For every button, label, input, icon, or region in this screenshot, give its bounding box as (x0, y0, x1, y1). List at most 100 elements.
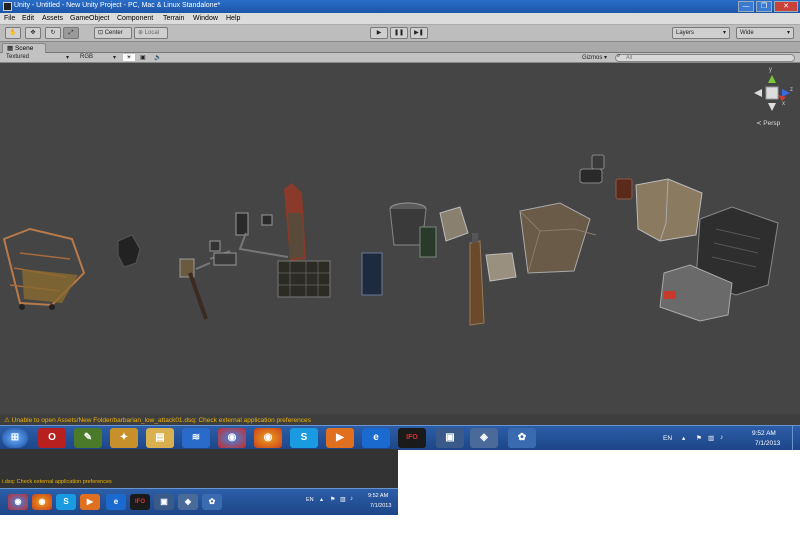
menu-window[interactable]: Window (193, 15, 218, 22)
network-icon[interactable]: ▥ (708, 434, 714, 442)
window-app-icon[interactable]: ▣ (436, 428, 464, 448)
step-button[interactable]: ▶❚ (410, 27, 428, 39)
ifo-app-icon[interactable]: IFO (130, 494, 150, 510)
blue-box-object[interactable] (361, 252, 383, 296)
orientation-gizmo[interactable]: y z x (752, 67, 796, 115)
nested-language-indicator[interactable]: EN (306, 497, 314, 503)
nested-clock-time[interactable]: 9:52 AM (368, 493, 388, 499)
game-icon[interactable]: ✦ (110, 428, 138, 448)
large-crate-object[interactable] (635, 178, 703, 242)
network-icon[interactable]: ▥ (340, 496, 346, 503)
scene-search-input[interactable]: All (615, 54, 795, 62)
pivot-center-label: Center (104, 30, 123, 36)
unity-taskbar-icon[interactable]: ◈ (470, 428, 498, 448)
console-message: ⚠ Unable to open Assets/New Folder/barba… (4, 416, 311, 424)
unity-taskbar-icon[interactable]: ◈ (178, 494, 198, 510)
firefox-icon[interactable]: ◉ (32, 494, 52, 510)
skype-icon[interactable]: S (290, 428, 318, 448)
barrel-object[interactable] (579, 154, 633, 200)
flag-icon[interactable]: ⚑ (696, 434, 702, 442)
machine-object[interactable] (179, 212, 289, 320)
cart-object[interactable] (2, 227, 86, 310)
clock-time[interactable]: 9:52 AM (752, 430, 776, 437)
close-button[interactable]: ✕ (774, 1, 798, 12)
audio-toggle-icon[interactable]: 🔈 (154, 54, 161, 61)
trash-can-object[interactable] (419, 226, 437, 258)
menu-edit[interactable]: Edit (22, 15, 34, 22)
skype-label: S (63, 497, 69, 506)
console-message-text: Unable to open Assets/New Folder/barbari… (11, 417, 311, 424)
ifo-app-icon[interactable]: IFO (398, 428, 426, 448)
file-explorer-icon[interactable]: ▤ (146, 428, 174, 448)
menu-file[interactable]: File (4, 15, 15, 22)
image-toggle-icon[interactable]: ▣ (140, 54, 146, 61)
color-mode-dropdown[interactable]: RGB (80, 54, 93, 60)
wifi-app-icon[interactable]: ≋ (182, 428, 210, 448)
skype-icon[interactable]: S (56, 494, 76, 510)
nested-console-message: i.dsq: Check external application prefer… (2, 479, 112, 485)
maximize-button[interactable]: ❐ (756, 1, 772, 12)
metal-box-object[interactable] (439, 206, 469, 242)
scene-control-bar: Textured ▾ RGB ▾ ☀ ▣ 🔈 Gizmos ▾ All ⌕ (0, 53, 800, 63)
media-player-icon[interactable]: ▶ (326, 428, 354, 448)
gizmos-label: Gizmos (582, 55, 603, 61)
hand-tool-icon[interactable]: ✋ (5, 27, 21, 39)
nested-clock-date[interactable]: 7/1/2013 (370, 503, 391, 509)
bag-object[interactable] (117, 234, 141, 268)
menu-component[interactable]: Component (117, 15, 153, 22)
pause-button[interactable]: ❚❚ (390, 27, 408, 39)
rotate-tool-icon[interactable]: ↻ (45, 27, 61, 39)
ie-label: e (113, 497, 119, 506)
color-mode-label: RGB (80, 54, 94, 60)
paint-app-icon[interactable]: ✿ (202, 494, 222, 510)
menu-terrain[interactable]: Terrain (163, 15, 184, 22)
minimize-button[interactable]: — (738, 1, 754, 12)
show-desktop-button[interactable] (792, 426, 800, 450)
start-button[interactable]: ⊞ (2, 428, 28, 448)
window-app-icon[interactable]: ▣ (154, 494, 174, 510)
menu-assets[interactable]: Assets (42, 15, 63, 22)
play-button[interactable]: ▶ (370, 27, 388, 39)
render-mode-dropdown[interactable]: Textured (6, 54, 29, 60)
perspective-toggle[interactable]: ≺ Persp (756, 119, 780, 127)
paint-app-icon[interactable]: ✿ (508, 428, 536, 448)
clock-date[interactable]: 7/1/2013 (755, 440, 780, 447)
pivot-local-toggle[interactable]: ⊕ Local (134, 27, 168, 39)
tab-scene-label: Scene (14, 45, 34, 52)
chrome-icon[interactable]: ◉ (8, 494, 28, 510)
window-titlebar: Unity - Untitled - New Unity Project - P… (0, 0, 800, 13)
scale-tool-icon[interactable]: ⤢ (63, 27, 79, 39)
tray-arrow-icon[interactable]: ▴ (682, 434, 685, 442)
app-icon[interactable]: ✎ (74, 428, 102, 448)
furnace-object[interactable] (284, 183, 306, 261)
layout-dropdown[interactable]: Wide ▾ (736, 27, 794, 39)
menu-help[interactable]: Help (226, 15, 240, 22)
language-indicator[interactable]: EN (663, 435, 672, 442)
layers-dropdown[interactable]: Layers ▾ (672, 27, 730, 39)
media-player-icon[interactable]: ▶ (80, 494, 100, 510)
crate-stack-object[interactable] (277, 260, 331, 298)
tab-scene[interactable]: ▦ Scene (2, 43, 46, 53)
volume-icon[interactable]: ♪ (720, 434, 723, 441)
gas-cylinder-object[interactable] (469, 233, 485, 326)
internet-explorer-icon[interactable]: e (106, 494, 126, 510)
volume-icon[interactable]: ♪ (350, 496, 353, 502)
flag-icon[interactable]: ⚑ (330, 496, 335, 503)
opera-icon[interactable]: O (38, 428, 66, 448)
tray-arrow-icon[interactable]: ▴ (320, 496, 323, 503)
menu-gameobject[interactable]: GameObject (70, 15, 109, 22)
move-tool-icon[interactable]: ✥ (25, 27, 41, 39)
lighting-toggle-icon[interactable]: ☀ (123, 54, 135, 61)
cardboard-box-object[interactable] (519, 202, 597, 274)
pivot-center-toggle[interactable]: ⊡ Center (94, 27, 132, 39)
gizmos-dropdown[interactable]: Gizmos ▾ (582, 54, 607, 61)
warning-icon: ⚠ (4, 417, 12, 424)
axis-y-label: y (769, 67, 772, 73)
internet-explorer-icon[interactable]: e (362, 428, 390, 448)
scene-viewport[interactable]: y z x ≺ Persp (0, 63, 800, 414)
chrome-icon[interactable]: ◉ (218, 428, 246, 448)
firefox-icon[interactable]: ◉ (254, 428, 282, 448)
window-title: Unity - Untitled - New Unity Project - P… (14, 2, 221, 9)
small-box-object[interactable] (485, 252, 517, 282)
console-status-bar[interactable]: ⚠ Unable to open Assets/New Folder/barba… (0, 414, 800, 425)
